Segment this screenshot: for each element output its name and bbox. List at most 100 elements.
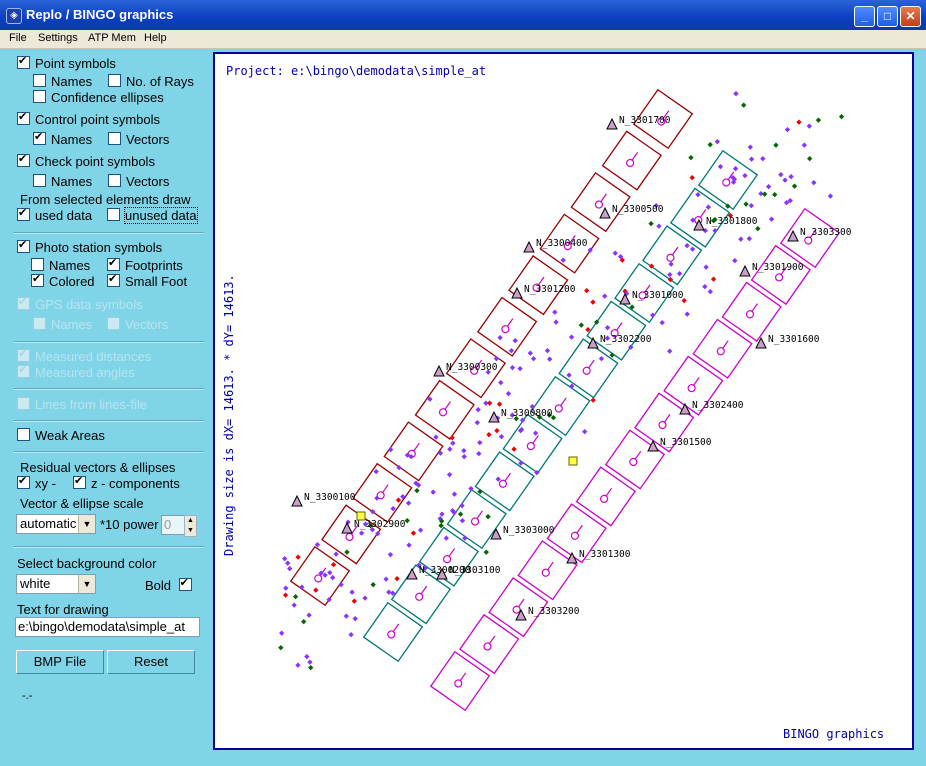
photo-station-icon <box>483 642 492 651</box>
tie-point: ◆ <box>394 575 400 583</box>
tie-point: ◆ <box>292 601 298 609</box>
checkbox-box <box>107 256 120 271</box>
tie-point: ◆ <box>718 162 724 170</box>
control-point-marker: N_3303300 <box>787 227 852 242</box>
bold-checkbox[interactable]: Bold <box>145 576 197 593</box>
small-foot-checkbox[interactable]: Small Foot <box>107 272 187 289</box>
photo-station-icon <box>716 347 725 356</box>
tie-point: ◆ <box>486 431 492 439</box>
scale-select[interactable]: automatic ▼ <box>16 514 96 534</box>
drawing-canvas[interactable]: Project: e:\bingo\demodata\simple_at Dra… <box>213 52 914 750</box>
tie-point: ◆ <box>308 664 314 672</box>
used-data-checkbox[interactable]: used data <box>17 206 92 223</box>
control-point-symbols-checkbox[interactable]: Control point symbols <box>17 110 160 127</box>
tie-point: ◆ <box>512 336 518 344</box>
measured-distances-checkbox[interactable]: Measured distances <box>17 347 151 364</box>
tie-point: ◆ <box>438 449 444 457</box>
control-names-checkbox[interactable]: Names <box>33 130 92 147</box>
tie-point: ◆ <box>610 351 616 359</box>
tie-point: ◆ <box>475 418 481 426</box>
chevron-down-icon[interactable]: ▼ <box>78 515 95 533</box>
close-button[interactable]: ✕ <box>900 6 921 27</box>
tie-point: ◆ <box>279 629 285 637</box>
tie-point: ◆ <box>362 594 368 602</box>
tie-point: ◆ <box>449 433 455 441</box>
tie-point: ◆ <box>406 499 412 507</box>
no-of-rays-checkbox[interactable]: No. of Rays <box>108 74 194 89</box>
photo-names-checkbox[interactable]: Names <box>31 258 90 273</box>
power-spinner[interactable]: ▲ ▼ <box>184 515 197 537</box>
z-components-checkbox[interactable]: z - components <box>73 474 180 491</box>
tie-point: ◆ <box>452 509 458 517</box>
tie-point: ◆ <box>405 451 411 459</box>
background-color-select[interactable]: white ▼ <box>16 574 96 594</box>
control-point-label: N_3300200 <box>419 565 471 576</box>
checkbox-box <box>17 152 30 167</box>
colored-checkbox[interactable]: Colored <box>31 272 95 289</box>
lines-from-file-checkbox[interactable]: Lines from lines-file <box>17 397 147 412</box>
check-vectors-checkbox[interactable]: Vectors <box>108 174 169 189</box>
control-point-marker: N_3302200 <box>587 334 652 349</box>
check-point-symbols-checkbox[interactable]: Check point symbols <box>17 152 155 169</box>
power-input[interactable]: 0 <box>161 515 185 535</box>
photo-station-symbols-checkbox[interactable]: Photo station symbols <box>17 238 162 255</box>
tie-point: ◆ <box>506 390 512 398</box>
point-names-checkbox[interactable]: Names <box>33 74 92 89</box>
control-vectors-checkbox[interactable]: Vectors <box>108 132 169 147</box>
text-for-drawing-input[interactable]: e:\bingo\demodata\simple_at <box>15 617 200 637</box>
separator <box>14 388 204 390</box>
check-names-checkbox[interactable]: Names <box>33 174 92 189</box>
tie-point: ◆ <box>400 493 406 501</box>
control-point-label: N_3303000 <box>503 525 555 536</box>
gps-vectors-checkbox[interactable]: Vectors <box>107 317 168 332</box>
bmp-file-button[interactable]: BMP File <box>16 650 104 674</box>
tie-point: ◆ <box>738 235 744 243</box>
menu-atp-mem[interactable]: ATP Mem <box>88 32 136 44</box>
bingo-app-icon[interactable]: ◈ <box>6 8 22 24</box>
maximize-button[interactable]: □ <box>877 6 898 27</box>
point-symbols-checkbox[interactable]: Point symbols <box>17 54 116 71</box>
tie-point: ◆ <box>807 122 813 130</box>
weak-areas-checkbox[interactable]: Weak Areas <box>17 428 105 443</box>
tie-point: ◆ <box>760 155 766 163</box>
tie-point: ◆ <box>579 321 585 329</box>
tie-point: ◆ <box>374 494 380 502</box>
tie-point: ◆ <box>406 541 412 549</box>
tie-point: ◆ <box>762 190 768 198</box>
menu-help[interactable]: Help <box>144 32 167 44</box>
vector-scale-label: Vector & ellipse scale <box>20 496 144 511</box>
footprints-checkbox[interactable]: Footprints <box>107 256 183 273</box>
tie-point: ◆ <box>338 581 344 589</box>
unused-data-checkbox[interactable]: unused data <box>107 207 198 224</box>
chevron-down-icon[interactable]: ▼ <box>78 575 95 593</box>
tie-point: ◆ <box>778 171 784 179</box>
photo-footprint <box>502 413 563 474</box>
minimize-button[interactable]: _ <box>854 6 875 27</box>
tie-point: ◆ <box>590 298 596 306</box>
measured-angles-checkbox[interactable]: Measured angles <box>17 363 135 380</box>
photo-footprint <box>517 540 578 601</box>
tie-point: ◆ <box>427 395 433 403</box>
text-for-drawing-label: Text for drawing <box>17 602 109 617</box>
confidence-ellipses-checkbox[interactable]: Confidence ellipses <box>33 90 164 105</box>
menu-bar: File Settings ATP Mem Help <box>0 30 926 49</box>
tie-point: ◆ <box>293 592 299 600</box>
tie-point: ◆ <box>444 534 450 542</box>
checkbox-box <box>31 258 44 271</box>
tie-point: ◆ <box>732 257 738 265</box>
gps-names-checkbox[interactable]: Names <box>33 317 92 332</box>
tie-point: ◆ <box>374 468 380 476</box>
menu-settings[interactable]: Settings <box>38 32 78 44</box>
tie-point: ◆ <box>477 488 483 496</box>
tie-point: ◆ <box>649 262 655 270</box>
photo-station-icon <box>745 310 755 319</box>
control-point-label: N_3303300 <box>800 227 852 238</box>
xy-components-checkbox[interactable]: xy - <box>17 474 56 491</box>
tie-point: ◆ <box>396 463 402 471</box>
photo-footprint <box>604 429 666 490</box>
checkbox-box <box>108 74 121 87</box>
reset-button[interactable]: Reset <box>107 650 195 674</box>
photo-footprint <box>429 650 491 712</box>
gps-data-symbols-checkbox[interactable]: GPS data symbols <box>17 295 143 312</box>
menu-file[interactable]: File <box>9 32 27 44</box>
